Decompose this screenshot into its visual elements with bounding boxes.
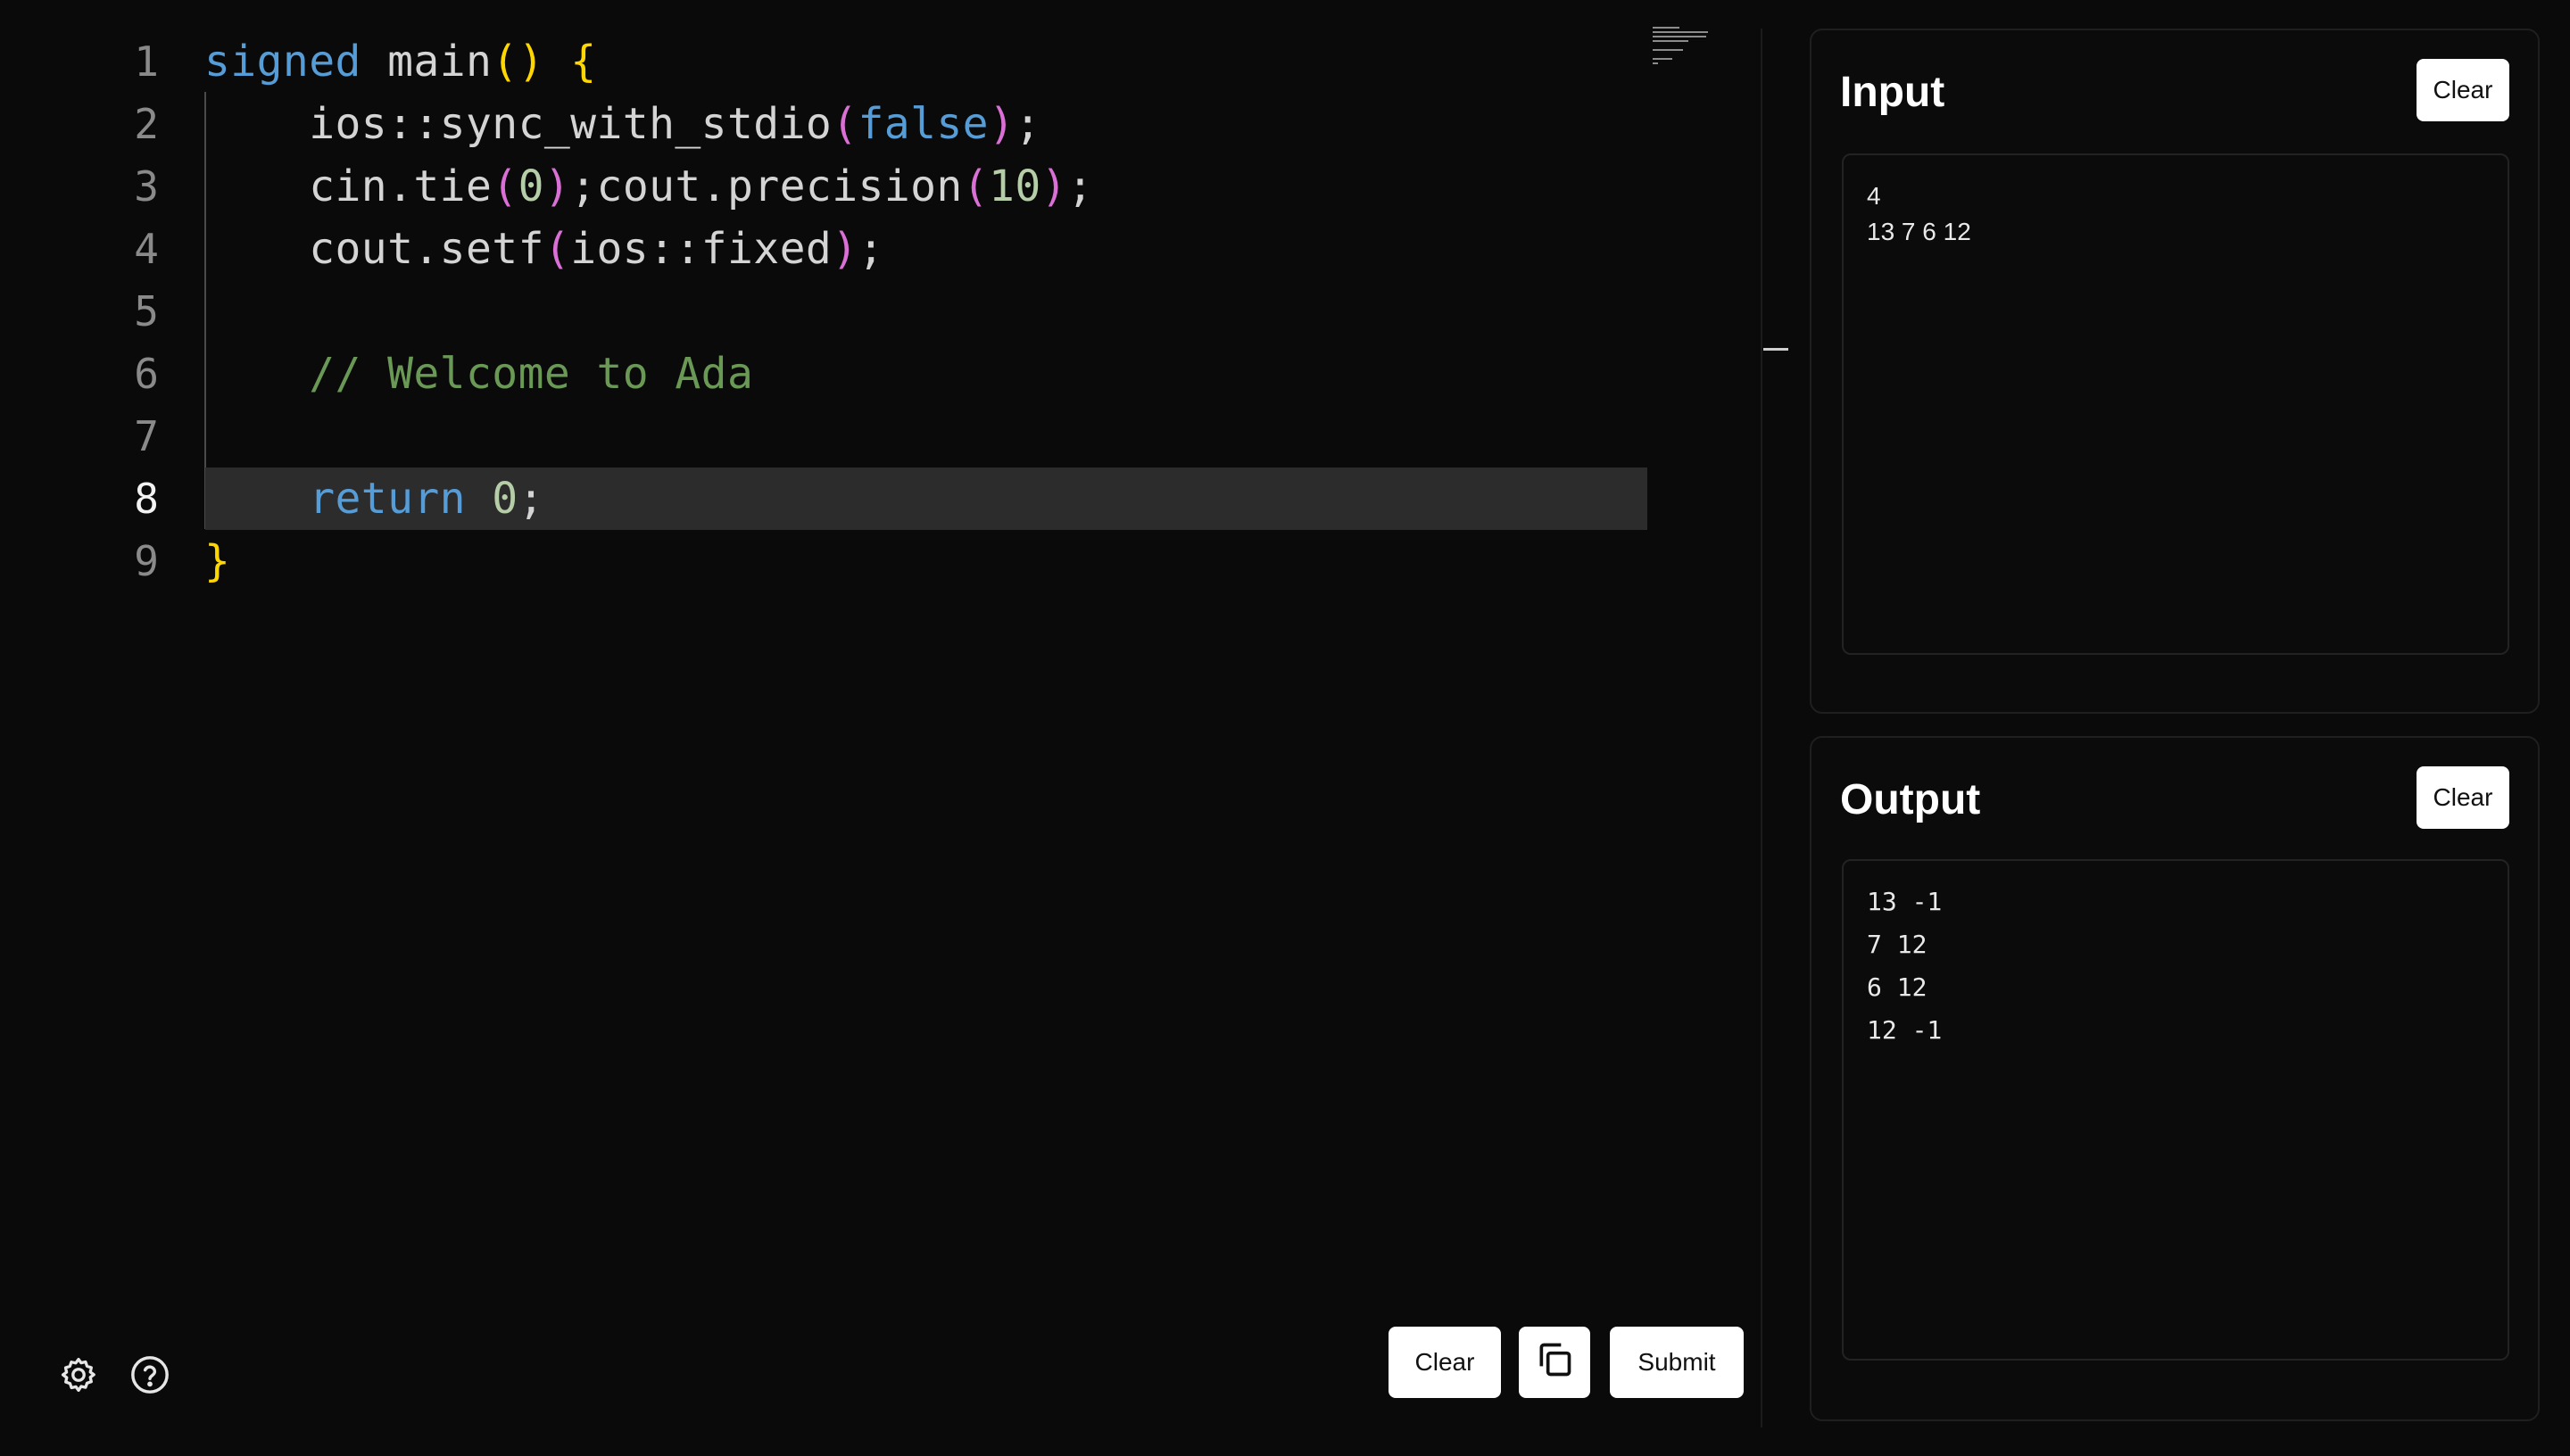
code-token: () [492, 37, 544, 87]
editor-clear-button[interactable]: Clear [1389, 1327, 1501, 1398]
line-number: 8 [134, 475, 159, 523]
line-number: 6 [134, 350, 159, 398]
code-lines[interactable]: 1 signed main() {2 ios::sync_with_stdio(f… [0, 30, 1647, 592]
code-token: ) [1040, 161, 1067, 211]
code-token: // Welcome to Ada [204, 349, 754, 399]
code-token: signed [204, 37, 361, 87]
code-token: cout.setf [204, 224, 544, 274]
code-token: ; [858, 224, 884, 274]
code-token: ( [832, 99, 858, 149]
output-box[interactable]: 13 -1 7 12 6 12 12 -1 [1842, 859, 2509, 1361]
code-token: } [204, 536, 231, 586]
code-line[interactable]: 8 return 0; [0, 467, 1647, 530]
input-title: Input [1840, 69, 1945, 116]
code-token: ( [543, 224, 571, 274]
gear-icon [59, 1355, 98, 1399]
code-text: return 0; [204, 474, 544, 524]
code-token: ) [832, 224, 858, 274]
code-line[interactable]: 7 [0, 405, 159, 467]
code-token: ios::fixed [570, 224, 833, 274]
line-number: 2 [134, 100, 159, 148]
input-value: 4 13 7 6 12 [1867, 182, 1971, 245]
code-text: cin.tie(0);cout.precision(10); [204, 161, 1093, 211]
code-line[interactable]: 9} [0, 530, 230, 592]
code-text: // Welcome to Ada [204, 349, 753, 399]
code-token: ios::sync_with_stdio [204, 99, 833, 149]
code-text: signed main() { [204, 37, 597, 87]
help-button[interactable] [127, 1353, 173, 1400]
code-token: return [204, 474, 466, 524]
line-number: 3 [134, 162, 159, 211]
output-value: 13 -1 7 12 6 12 12 -1 [1867, 887, 1943, 1045]
code-token: main [361, 37, 493, 87]
output-panel: Output Clear 13 -1 7 12 6 12 12 -1 [1810, 736, 2540, 1421]
copy-icon [1535, 1340, 1574, 1386]
code-token: cin.tie [204, 161, 493, 211]
code-text: } [204, 536, 230, 586]
code-token: { [570, 37, 597, 87]
input-clear-button[interactable]: Clear [2417, 59, 2509, 121]
settings-button[interactable] [55, 1353, 102, 1400]
code-token: ;cout.precision [570, 161, 963, 211]
code-editor[interactable]: 1 signed main() {2 ios::sync_with_stdio(f… [0, 0, 1744, 1456]
code-line[interactable]: 5 [0, 280, 159, 343]
code-line[interactable]: 4 cout.setf(ios::fixed); [0, 218, 883, 280]
code-text: cout.setf(ios::fixed); [204, 224, 884, 274]
submit-button[interactable]: Submit [1610, 1327, 1744, 1398]
code-token: ( [962, 161, 990, 211]
indent-guide [204, 92, 206, 529]
code-token: 0 [492, 474, 518, 524]
line-number: 5 [134, 287, 159, 335]
line-number: 9 [134, 537, 159, 585]
code-token: ) [988, 99, 1016, 149]
output-clear-button[interactable]: Clear [2417, 766, 2509, 829]
code-line[interactable]: 3 cin.tie(0);cout.precision(10); [0, 155, 1093, 218]
line-number: 7 [134, 412, 159, 460]
code-token: ( [492, 161, 518, 211]
code-token: ; [518, 474, 544, 524]
input-textarea[interactable]: 4 13 7 6 12 [1842, 153, 2509, 655]
minimap[interactable] [1653, 27, 1715, 64]
input-panel: Input Clear 4 13 7 6 12 [1810, 29, 2540, 714]
code-text: ios::sync_with_stdio(false); [204, 99, 1041, 149]
code-line[interactable]: 2 ios::sync_with_stdio(false); [0, 93, 1040, 155]
line-number: 1 [134, 37, 159, 86]
code-line[interactable]: 1 signed main() { [0, 30, 596, 93]
code-line[interactable]: 6 // Welcome to Ada [0, 343, 753, 405]
resize-handle[interactable] [1763, 348, 1788, 351]
pane-divider[interactable] [1761, 29, 1762, 1427]
copy-button[interactable] [1519, 1327, 1590, 1398]
code-token: ; [1066, 161, 1094, 211]
code-token: 0 [518, 161, 544, 211]
code-token: 10 [989, 161, 1041, 211]
code-token: ; [1015, 99, 1041, 149]
output-title: Output [1840, 776, 1981, 823]
help-circle-icon [129, 1354, 170, 1400]
line-number: 4 [134, 225, 159, 273]
code-token: false [858, 99, 989, 149]
code-token: ) [543, 161, 571, 211]
